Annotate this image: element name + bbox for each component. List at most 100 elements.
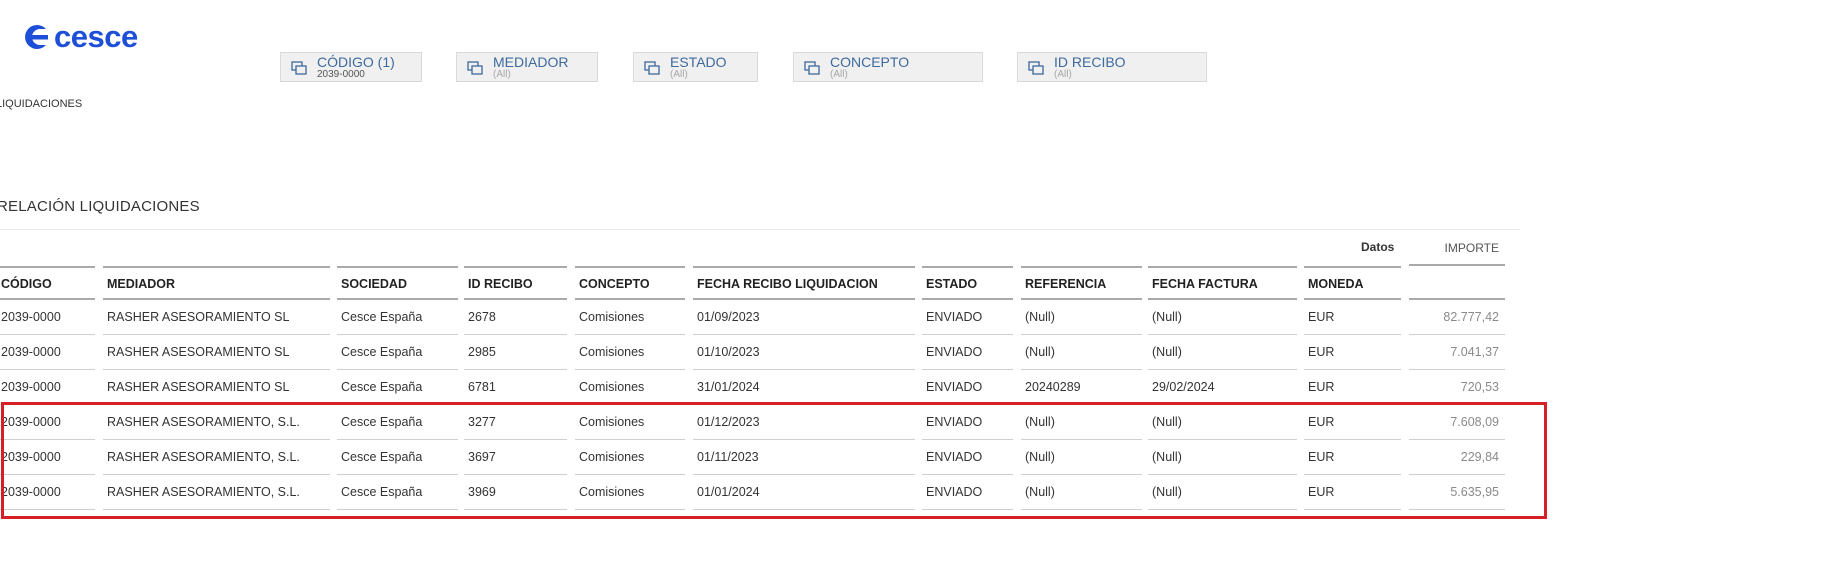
cell-fecha-recibo: 01/12/2023 bbox=[693, 405, 915, 440]
cell-concepto: Comisiones bbox=[575, 440, 685, 475]
cell-estado: ENVIADO bbox=[922, 335, 1013, 370]
cell-estado: ENVIADO bbox=[922, 300, 1013, 335]
cell-fecha-recibo: 01/11/2023 bbox=[693, 440, 915, 475]
column-header-mediador[interactable]: MEDIADOR bbox=[103, 266, 330, 300]
cell-id-recibo: 2985 bbox=[464, 335, 567, 370]
cell-importe: 5.635,95 bbox=[1409, 475, 1505, 510]
filter-name: CONCEPTO bbox=[830, 54, 910, 70]
cell-mediador: RASHER ASESORAMIENTO, S.L. bbox=[103, 405, 330, 440]
column-header-id-recibo[interactable]: ID RECIBO bbox=[464, 266, 567, 300]
logo-text: cesce bbox=[54, 19, 138, 54]
cesce-logo: cesce bbox=[20, 19, 138, 54]
cell-concepto: Comisiones bbox=[575, 370, 685, 405]
cell-id-recibo: 3277 bbox=[464, 405, 567, 440]
cell-moneda: EUR bbox=[1304, 440, 1401, 475]
filter-name: ESTADO bbox=[670, 54, 727, 70]
cell-concepto: Comisiones bbox=[575, 300, 685, 335]
filter-icon bbox=[291, 61, 307, 75]
cell-moneda: EUR bbox=[1304, 475, 1401, 510]
cell-mediador: RASHER ASESORAMIENTO, S.L. bbox=[103, 440, 330, 475]
cell-sociedad: Cesce España bbox=[337, 405, 458, 440]
filter-icon bbox=[1028, 61, 1044, 75]
cell-estado: ENVIADO bbox=[922, 370, 1013, 405]
cell-fecha-factura: (Null) bbox=[1148, 440, 1297, 475]
cell-concepto: Comisiones bbox=[575, 405, 685, 440]
column-header-fecha-recibo[interactable]: FECHA RECIBO LIQUIDACION bbox=[693, 266, 915, 300]
cell-fecha-recibo: 01/01/2024 bbox=[693, 475, 915, 510]
cell-estado: ENVIADO bbox=[922, 405, 1013, 440]
title-divider bbox=[0, 229, 1520, 230]
cell-codigo: 2039-0000 bbox=[0, 370, 95, 405]
cell-fecha-recibo: 31/01/2024 bbox=[693, 370, 915, 405]
cell-importe: 720,53 bbox=[1409, 370, 1505, 405]
cell-mediador: RASHER ASESORAMIENTO SL bbox=[103, 370, 330, 405]
cell-moneda: EUR bbox=[1304, 300, 1401, 335]
filter-icon bbox=[644, 61, 660, 75]
report-title: RELACIÓN LIQUIDACIONES bbox=[0, 198, 200, 215]
cell-moneda: EUR bbox=[1304, 405, 1401, 440]
column-header-codigo[interactable]: CÓDIGO bbox=[0, 266, 95, 300]
column-header-importe-spacer bbox=[1409, 266, 1505, 300]
cell-id-recibo: 2678 bbox=[464, 300, 567, 335]
cell-codigo: 2039-0000 bbox=[0, 405, 95, 440]
cell-referencia: (Null) bbox=[1021, 300, 1142, 335]
cell-codigo: 2039-0000 bbox=[0, 335, 95, 370]
cesce-logo-icon bbox=[25, 25, 48, 49]
cell-concepto: Comisiones bbox=[575, 475, 685, 510]
cell-estado: ENVIADO bbox=[922, 475, 1013, 510]
cell-sociedad: Cesce España bbox=[337, 300, 458, 335]
cell-referencia: (Null) bbox=[1021, 440, 1142, 475]
cell-sociedad: Cesce España bbox=[337, 335, 458, 370]
cell-sociedad: Cesce España bbox=[337, 440, 458, 475]
cell-codigo: 2039-0000 bbox=[0, 440, 95, 475]
cell-codigo: 2039-0000 bbox=[0, 300, 95, 335]
filter-value: (All) bbox=[830, 69, 848, 80]
measure-header[interactable]: IMPORTE bbox=[1409, 237, 1505, 266]
column-header-sociedad[interactable]: SOCIEDAD bbox=[337, 266, 458, 300]
filter-name: MEDIADOR bbox=[493, 54, 569, 70]
cell-importe: 229,84 bbox=[1409, 440, 1505, 475]
cell-referencia: 20240289 bbox=[1021, 370, 1142, 405]
filter-value: (All) bbox=[1054, 69, 1072, 80]
cell-estado: ENVIADO bbox=[922, 440, 1013, 475]
filter-value: (All) bbox=[493, 69, 511, 80]
cell-importe: 82.777,42 bbox=[1409, 300, 1505, 335]
filter-value: (All) bbox=[670, 69, 688, 80]
cell-referencia: (Null) bbox=[1021, 405, 1142, 440]
cell-fecha-factura: 29/02/2024 bbox=[1148, 370, 1297, 405]
cell-fecha-factura: (Null) bbox=[1148, 475, 1297, 510]
column-header-referencia[interactable]: REFERENCIA bbox=[1021, 266, 1142, 300]
cell-mediador: RASHER ASESORAMIENTO, S.L. bbox=[103, 475, 330, 510]
cell-fecha-recibo: 01/10/2023 bbox=[693, 335, 915, 370]
filter-mediador[interactable]: MEDIADOR (All) bbox=[456, 52, 598, 82]
cell-fecha-factura: (Null) bbox=[1148, 335, 1297, 370]
cell-importe: 7.041,37 bbox=[1409, 335, 1505, 370]
cell-moneda: EUR bbox=[1304, 370, 1401, 405]
cell-id-recibo: 3969 bbox=[464, 475, 567, 510]
cell-referencia: (Null) bbox=[1021, 475, 1142, 510]
cell-mediador: RASHER ASESORAMIENTO SL bbox=[103, 300, 330, 335]
cell-mediador: RASHER ASESORAMIENTO SL bbox=[103, 335, 330, 370]
cell-fecha-recibo: 01/09/2023 bbox=[693, 300, 915, 335]
cell-referencia: (Null) bbox=[1021, 335, 1142, 370]
filter-codigo[interactable]: CÓDIGO (1) 2039-0000 bbox=[280, 52, 422, 82]
column-header-concepto[interactable]: CONCEPTO bbox=[575, 266, 685, 300]
filter-id-recibo[interactable]: ID RECIBO (All) bbox=[1017, 52, 1207, 82]
cell-id-recibo: 3697 bbox=[464, 440, 567, 475]
filter-name: ID RECIBO bbox=[1054, 54, 1126, 70]
filter-icon bbox=[467, 61, 483, 75]
cell-id-recibo: 6781 bbox=[464, 370, 567, 405]
filter-concepto[interactable]: CONCEPTO (All) bbox=[793, 52, 983, 82]
filter-name: CÓDIGO (1) bbox=[317, 54, 395, 70]
column-header-fecha-factura[interactable]: FECHA FACTURA bbox=[1148, 266, 1297, 300]
breadcrumb: LIQUIDACIONES bbox=[0, 98, 83, 110]
cell-moneda: EUR bbox=[1304, 335, 1401, 370]
datos-label: Datos bbox=[1361, 240, 1395, 254]
cell-importe: 7.608,09 bbox=[1409, 405, 1505, 440]
cell-fecha-factura: (Null) bbox=[1148, 300, 1297, 335]
column-header-estado[interactable]: ESTADO bbox=[922, 266, 1013, 300]
column-header-moneda[interactable]: MONEDA bbox=[1304, 266, 1401, 300]
cell-sociedad: Cesce España bbox=[337, 370, 458, 405]
filter-estado[interactable]: ESTADO (All) bbox=[633, 52, 758, 82]
cell-concepto: Comisiones bbox=[575, 335, 685, 370]
